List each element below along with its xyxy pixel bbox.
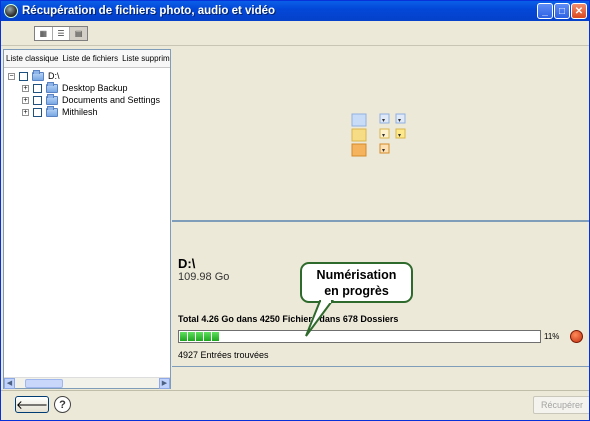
title-bar[interactable]: Récupération de fichiers photo, audio et… <box>1 1 589 21</box>
progress-percent: 11% <box>544 332 560 341</box>
progress-segment <box>188 332 195 341</box>
folder-tree-panel: Liste classique Liste de fichiers Liste … <box>3 49 171 389</box>
progress-segment <box>180 332 187 341</box>
recover-button-label: Récupérer <box>540 400 584 410</box>
drive-name: D:\ <box>178 256 196 271</box>
collapse-icon[interactable]: − <box>8 72 15 80</box>
svg-text:▾: ▾ <box>382 118 385 124</box>
app-icon <box>4 4 18 18</box>
back-button[interactable]: 🡐 <box>15 396 49 413</box>
recover-button[interactable]: Récupérer <box>533 396 589 414</box>
view-tabs: Liste classique Liste de fichiers Liste … <box>4 50 170 68</box>
tree-node-label: D:\ <box>48 71 60 81</box>
view-mode-group: ▦ ☰ ▤ <box>34 26 88 41</box>
tree-node-desktop-backup[interactable]: + Desktop Backup <box>4 81 170 94</box>
expand-icon[interactable]: + <box>22 96 29 104</box>
tab-liste-supprime[interactable]: Liste supprimé <box>120 54 170 63</box>
callout-bubble: Numérisation en progrès <box>300 262 413 303</box>
scrollbar-thumb[interactable] <box>25 378 63 388</box>
folder-tree: − D:\ + Desktop Backup + Documents and S… <box>4 68 170 118</box>
folder-icon <box>46 81 58 93</box>
tab-liste-classique[interactable]: Liste classique <box>4 54 60 63</box>
tree-node-root[interactable]: − D:\ <box>4 69 170 82</box>
progress-segment <box>212 332 219 341</box>
details-view-icon[interactable]: ▤ <box>70 27 88 40</box>
callout-pointer <box>305 300 334 337</box>
scroll-right-icon[interactable]: ▶ <box>159 377 170 389</box>
svg-text:▾: ▾ <box>382 133 385 139</box>
entries-found: 4927 Entrées trouvées <box>178 350 269 360</box>
minimize-button[interactable]: _ <box>537 3 553 19</box>
checkbox[interactable] <box>33 83 42 93</box>
tree-node-documents-and-settings[interactable]: + Documents and Settings <box>4 93 170 106</box>
tree-node-label: Desktop Backup <box>62 83 128 93</box>
checkbox[interactable] <box>33 95 42 105</box>
toolbar: ▦ ☰ ▤ <box>1 21 589 46</box>
tree-node-label: Mithilesh <box>62 107 98 117</box>
tree-node-mithilesh[interactable]: + Mithilesh <box>4 105 170 118</box>
expand-icon[interactable]: + <box>22 108 29 116</box>
progress-segment <box>196 332 203 341</box>
svg-text:▾: ▾ <box>398 118 401 124</box>
progress-segment <box>204 332 211 341</box>
expand-icon[interactable]: + <box>22 84 29 92</box>
folder-icon <box>32 69 44 81</box>
drive-size: 109.98 Go <box>178 271 230 283</box>
preview-panel: ▾ ▾ ▾ ▾ ▾ <box>172 49 589 222</box>
folder-icon <box>46 93 58 105</box>
callout-line-2: en progrès <box>324 283 389 298</box>
loading-animation-icon: ▾ ▾ ▾ ▾ ▾ <box>351 113 406 157</box>
app-window: Récupération de fichiers photo, audio et… <box>0 0 590 421</box>
window-title: Récupération de fichiers photo, audio et… <box>22 5 276 17</box>
tree-node-label: Documents and Settings <box>62 95 161 105</box>
svg-text:▾: ▾ <box>382 148 385 154</box>
bottom-bar: 🡐 ? Récupérer <box>1 390 589 420</box>
tab-liste-de-fichiers[interactable]: Liste de fichiers <box>60 54 120 63</box>
maximize-button[interactable]: □ <box>554 3 570 19</box>
checkbox[interactable] <box>19 71 28 81</box>
folder-icon <box>46 105 58 117</box>
checkbox[interactable] <box>33 107 42 117</box>
help-icon: ? <box>59 398 66 411</box>
svg-text:▾: ▾ <box>398 133 401 139</box>
callout-line-1: Numérisation <box>316 267 397 282</box>
list-view-icon[interactable]: ☰ <box>53 27 71 40</box>
scroll-left-icon[interactable]: ◀ <box>4 377 15 389</box>
close-button[interactable]: ✕ <box>571 3 587 19</box>
horizontal-scrollbar[interactable]: ◀ ▶ <box>4 377 170 389</box>
back-arrow-icon: 🡐 <box>15 398 49 412</box>
scan-status-panel: D:\ 109.98 Go Total 4.26 Go dans 4250 Fi… <box>172 224 589 367</box>
thumbnail-view-icon[interactable]: ▦ <box>35 27 53 40</box>
help-button[interactable]: ? <box>54 396 71 413</box>
stop-scan-button[interactable] <box>570 330 583 343</box>
